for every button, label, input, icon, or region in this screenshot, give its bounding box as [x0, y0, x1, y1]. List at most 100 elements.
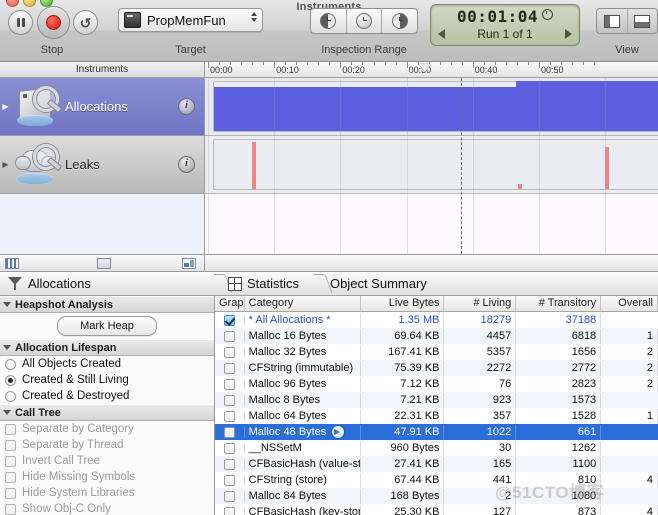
disclosure-triangle-icon[interactable]: [3, 410, 11, 415]
target-popup-button[interactable]: PropMemFun: [118, 8, 263, 32]
breadcrumb-item-allocations[interactable]: Allocations: [8, 272, 91, 295]
previous-run-arrow-icon[interactable]: [438, 29, 445, 39]
graph-checkbox[interactable]: [224, 427, 235, 438]
table-row[interactable]: CFString (store)67.44 KB4418104: [215, 472, 658, 488]
graph-checkbox-cell[interactable]: [215, 475, 245, 486]
table-row[interactable]: CFBasicHash (value-st...27.41 KB1651100: [215, 456, 658, 472]
disclosure-triangle-icon[interactable]: [3, 302, 11, 307]
mark-heap-button[interactable]: Mark Heap: [57, 316, 157, 336]
table-row[interactable]: Malloc 32 Bytes167.41 KB535716562: [215, 344, 658, 360]
graph-checkbox-cell[interactable]: [215, 315, 245, 326]
graph-checkbox-cell[interactable]: [215, 459, 245, 470]
radio-option-created-still-living[interactable]: Created & Still Living: [0, 372, 214, 388]
chevron-right-icon[interactable]: ▶: [0, 102, 11, 111]
graph-checkbox[interactable]: [224, 411, 235, 422]
lane-leaks-plot: [213, 139, 658, 190]
focus-arrow-icon[interactable]: [331, 425, 345, 439]
playhead-marker[interactable]: [419, 64, 431, 72]
graph-checkbox[interactable]: [224, 331, 235, 342]
graph-checkbox-cell[interactable]: [215, 491, 245, 502]
table-row[interactable]: Malloc 8 Bytes7.21 KB9231573: [215, 392, 658, 408]
graph-checkbox[interactable]: [224, 475, 235, 486]
breadcrumb-item-object-summary[interactable]: Object Summary: [330, 272, 427, 295]
graph-checkbox[interactable]: [224, 347, 235, 358]
table-row[interactable]: * All Allocations *1.35 MB1827937188: [215, 312, 658, 328]
snapshot-icon[interactable]: [97, 258, 111, 269]
section-header-call-tree[interactable]: Call Tree: [0, 404, 214, 421]
record-stop-button[interactable]: [37, 6, 70, 39]
timeline-gridline: [407, 78, 408, 254]
graph-checkbox-cell[interactable]: [215, 331, 245, 342]
radio-option-created-destroyed[interactable]: Created & Destroyed: [0, 388, 214, 404]
inspection-range-start-button[interactable]: [311, 9, 347, 33]
graph-checkbox-cell[interactable]: [215, 395, 245, 406]
track-layout-icon[interactable]: [182, 258, 196, 269]
lane-allocations[interactable]: [205, 78, 658, 136]
table-row[interactable]: __NSSetM960 Bytes301262: [215, 440, 658, 456]
column-header--transitory[interactable]: # Transitory: [516, 296, 601, 311]
section-header-allocation-lifespan[interactable]: Allocation Lifespan: [0, 339, 214, 356]
table-row[interactable]: CFBasicHash (key-store)25.30 KB1278734: [215, 504, 658, 515]
column-header-category[interactable]: Category: [245, 296, 362, 311]
pause-button[interactable]: [8, 10, 33, 35]
object-summary-table[interactable]: GraphCategoryLive Bytes# Living# Transit…: [215, 296, 658, 515]
graph-checkbox[interactable]: [224, 443, 235, 454]
track-info-button-allocations[interactable]: i: [178, 98, 195, 115]
table-row[interactable]: Malloc 96 Bytes7.12 KB7628232: [215, 376, 658, 392]
radio-button[interactable]: [5, 359, 16, 370]
inspection-range-end-button[interactable]: [382, 9, 417, 33]
graph-checkbox[interactable]: [224, 379, 235, 390]
breadcrumb-item-statistics[interactable]: Statistics: [228, 272, 299, 295]
column-header-live-bytes[interactable]: Live Bytes: [361, 296, 444, 311]
lane-leaks[interactable]: [205, 136, 658, 194]
track-row-leaks[interactable]: ▶ Leaks i: [0, 136, 204, 194]
table-row[interactable]: Malloc 84 Bytes168 Bytes21080: [215, 488, 658, 504]
table-row[interactable]: Malloc 48 Bytes47.91 KB1022661: [215, 424, 658, 440]
live-bytes-cell: 47.91 KB: [361, 425, 444, 440]
graph-checkbox[interactable]: [224, 363, 235, 374]
graph-checkbox-cell[interactable]: [215, 443, 245, 454]
radio-button[interactable]: [5, 375, 16, 386]
graph-checkbox-cell[interactable]: [215, 427, 245, 438]
column-header--living[interactable]: # Living: [444, 296, 516, 311]
toggle-bottom-pane-button[interactable]: [628, 9, 658, 33]
graph-checkbox-cell[interactable]: [215, 379, 245, 390]
table-row[interactable]: CFString (immutable)75.39 KB227227722: [215, 360, 658, 376]
graph-checkbox[interactable]: [224, 507, 235, 515]
graph-checkbox[interactable]: [224, 491, 235, 502]
track-row-allocations[interactable]: ▶ Allocations i: [0, 78, 204, 136]
playhead-line[interactable]: [461, 78, 462, 254]
section-header-heapshot-analysis[interactable]: Heapshot Analysis: [0, 296, 214, 313]
track-info-button-leaks[interactable]: i: [178, 156, 195, 173]
loop-button[interactable]: ↺: [73, 10, 98, 35]
next-run-arrow-icon[interactable]: [565, 29, 572, 39]
graph-checkbox-cell[interactable]: [215, 411, 245, 422]
inspection-range-segments[interactable]: [310, 8, 418, 34]
view-segments[interactable]: [596, 8, 658, 34]
chevron-right-icon[interactable]: ▶: [0, 160, 11, 169]
table-row[interactable]: Malloc 16 Bytes69.64 KB445768181: [215, 328, 658, 344]
disclosure-triangle-icon[interactable]: [3, 345, 11, 350]
table-row[interactable]: Malloc 64 Bytes22.31 KB35715281: [215, 408, 658, 424]
graph-checkbox-cell[interactable]: [215, 347, 245, 358]
track-zoom-icon[interactable]: [5, 258, 19, 269]
category-label: CFBasicHash (key-store): [249, 505, 362, 515]
track-label-leaks: Leaks: [65, 157, 178, 172]
column-header-overall[interactable]: Overall: [601, 296, 658, 311]
column-header-graph[interactable]: Graph: [215, 296, 245, 311]
graph-checkbox-cell[interactable]: [215, 363, 245, 374]
checkbox: [5, 488, 16, 499]
graph-checkbox[interactable]: [224, 395, 235, 406]
toggle-left-pane-button[interactable]: [597, 9, 628, 33]
radio-button[interactable]: [5, 391, 16, 402]
timer-display[interactable]: 00:01:04 Run 1 of 1: [430, 4, 580, 46]
ruler-label: 00:00: [208, 65, 233, 75]
graph-checkbox[interactable]: [224, 315, 235, 326]
transitory-cell: 1656: [516, 345, 601, 360]
graph-checkbox[interactable]: [224, 459, 235, 470]
radio-option-all-objects-created[interactable]: All Objects Created: [0, 356, 214, 372]
inspection-range-clear-button[interactable]: [347, 9, 383, 33]
graph-checkbox-cell[interactable]: [215, 507, 245, 515]
timeline-canvas[interactable]: [205, 78, 658, 254]
timeline-ruler[interactable]: 00:0000:1000:2000:3000:4000:50: [205, 62, 658, 78]
